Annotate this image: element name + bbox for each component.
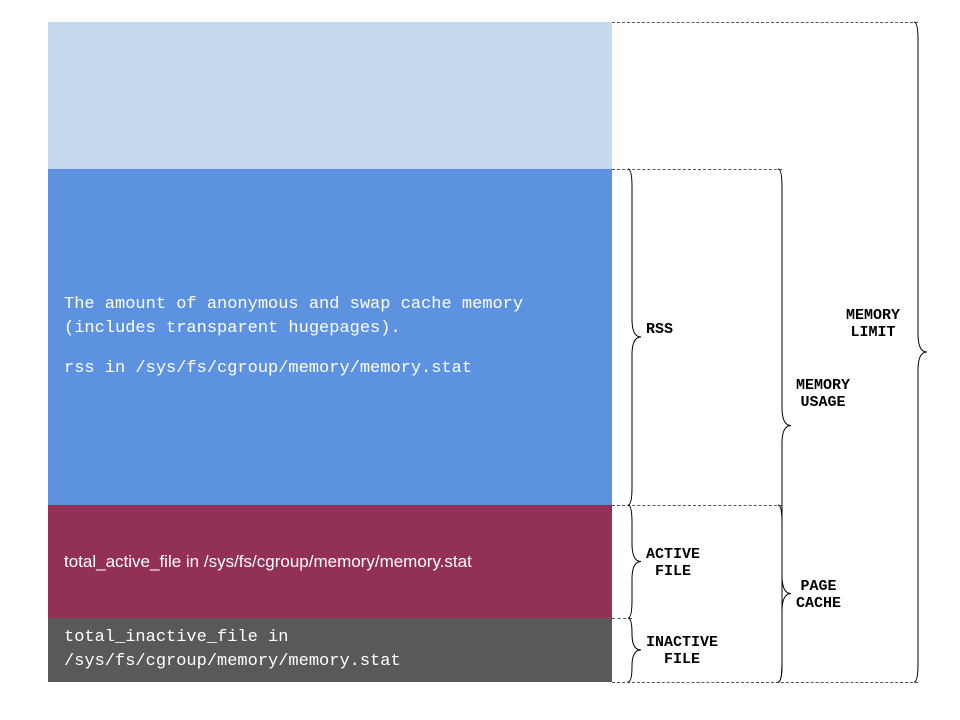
label-memory-usage: MEMORY USAGE	[796, 377, 850, 412]
hline-active-top	[612, 505, 782, 506]
rss-path: rss in /sys/fs/cgroup/memory/memory.stat	[64, 357, 596, 381]
bracket-page-cache	[778, 505, 791, 682]
rss-block: The amount of anonymous and swap cache m…	[48, 169, 612, 505]
active-file-text: total_active_file in /sys/fs/cgroup/memo…	[64, 550, 596, 574]
label-page-cache: PAGE CACHE	[796, 578, 841, 613]
bracket-memory-usage	[778, 169, 791, 682]
hline-rss-top	[612, 169, 782, 170]
active-file-block: total_active_file in /sys/fs/cgroup/memo…	[48, 505, 612, 618]
label-inactive-file: INACTIVE FILE	[646, 634, 718, 669]
label-memory-limit: MEMORY LIMIT	[846, 307, 900, 342]
hline-top	[612, 22, 918, 23]
bracket-inactive-file	[628, 618, 641, 682]
label-rss: RSS	[646, 321, 673, 338]
label-active-file: ACTIVE FILE	[646, 546, 700, 581]
headroom-block	[48, 22, 612, 169]
memory-diagram: The amount of anonymous and swap cache m…	[0, 0, 960, 720]
bracket-memory-limit	[914, 22, 927, 682]
rss-desc-line2: (includes transparent hugepages).	[64, 317, 596, 341]
inactive-file-line2: /sys/fs/cgroup/memory/memory.stat	[64, 650, 596, 674]
hline-inactive-top	[612, 618, 632, 619]
bracket-rss	[628, 169, 641, 505]
rss-desc-line1: The amount of anonymous and swap cache m…	[64, 293, 596, 317]
inactive-file-block: total_inactive_file in /sys/fs/cgroup/me…	[48, 618, 612, 682]
hline-bottom	[612, 682, 918, 683]
bracket-active-file	[628, 505, 641, 618]
inactive-file-line1: total_inactive_file in	[64, 626, 596, 650]
spacer	[64, 341, 596, 357]
